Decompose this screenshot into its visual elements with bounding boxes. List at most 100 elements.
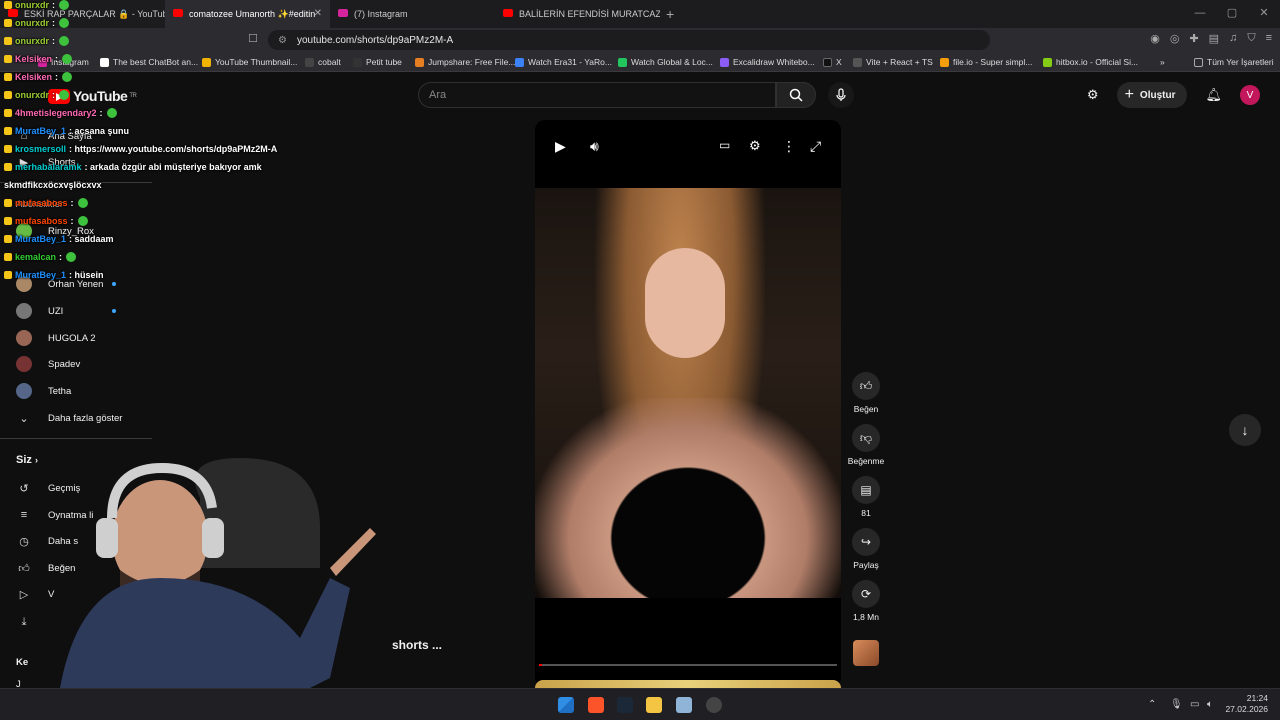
avatar[interactable]: V (1240, 85, 1260, 105)
play-icon[interactable]: ▶ (555, 138, 566, 155)
volume-icon[interactable]: 🔊︎ (590, 138, 599, 155)
sidebar-channel[interactable]: Tetha (16, 381, 71, 401)
notifications-bell-icon[interactable]: 🔔︎ (1205, 87, 1222, 103)
search-button[interactable] (776, 82, 816, 108)
all-bookmarks[interactable]: Tüm Yer İşaretleri (1194, 57, 1274, 67)
new-tab-icon[interactable]: + (666, 6, 674, 22)
bookmark-item[interactable]: X (823, 57, 842, 67)
bookmark-item[interactable]: cobalt (305, 57, 341, 67)
chat-text: : hüsein (69, 270, 104, 280)
obs-icon[interactable] (706, 697, 722, 713)
steam-icon[interactable] (617, 697, 633, 713)
sidebar-item-your-videos[interactable]: ▷ V (16, 584, 55, 604)
sidebar-icon[interactable]: ▤ (1209, 32, 1219, 45)
webcam-overlay (60, 458, 376, 688)
sidebar-channel[interactable]: HUGOLA 2 (16, 328, 96, 348)
header-actions: ⚙ + Oluştur 🔔︎ V (1087, 82, 1260, 108)
sidebar-item-downloads[interactable]: ⤓ (16, 612, 48, 632)
sidebar-you-header[interactable]: Siz › (16, 454, 38, 466)
remix-icon: ⟳ (852, 580, 880, 608)
speaker-icon[interactable]: 🔈︎ (1207, 699, 1213, 710)
browser-tab-4[interactable]: BALİLERİN EFENDİSİ MURATCAZ'IN (495, 0, 660, 28)
network-icon[interactable]: ▭ (1190, 699, 1199, 710)
chat-badge-icon (4, 37, 12, 45)
app-icon[interactable] (676, 697, 692, 713)
video-frame[interactable] (535, 188, 841, 598)
sound-thumbnail[interactable] (853, 640, 879, 666)
chat-text: : arkada özgür abi müşteriye bakıyor amk (84, 162, 262, 172)
clock[interactable]: 21:24 27.02.2026 (1225, 693, 1268, 715)
bookmark-item[interactable]: Watch Global & Loc... (618, 57, 713, 67)
browser-tab-3[interactable]: (7) Instagram (330, 0, 495, 28)
bookmark-item[interactable]: Watch Era31 - YaRo... (515, 57, 612, 67)
shorts-player[interactable]: ▶ 🔊︎ ▭ ⚙ ⋮ ⤢ (535, 120, 841, 688)
close-tab-icon[interactable]: ✕ (314, 8, 322, 19)
bookmark-item[interactable]: Vite + React + TS (853, 57, 933, 67)
search-input[interactable]: Ara (418, 82, 776, 108)
next-short-preview[interactable] (535, 680, 841, 688)
bookmarks-overflow-icon[interactable]: » (1160, 57, 1165, 67)
voice-search-button[interactable] (828, 82, 854, 108)
chat-message: 4hmetislegendary2: (4, 108, 117, 118)
microphone-icon[interactable]: 🎙︎ (1170, 699, 1183, 710)
chat-emote-icon (77, 198, 88, 208)
chat-emote-icon (66, 252, 77, 262)
chat-username: krosmersoll (15, 144, 67, 154)
chat-badge-icon (4, 163, 12, 171)
comments-button[interactable]: ▤ 81 (846, 476, 886, 518)
chat-emote-icon (59, 36, 70, 46)
comment-icon: ▤ (852, 476, 880, 504)
chat-username: Kelsiken (15, 72, 53, 82)
music-icon[interactable]: ♫ (1229, 32, 1237, 45)
bookmark-item[interactable]: Petit tube (353, 57, 402, 67)
menu-icon[interactable]: ≡ (1266, 32, 1272, 45)
folder-icon[interactable] (646, 697, 662, 713)
maximize-icon[interactable]: ▢ (1216, 0, 1248, 26)
toolbar-icons: ◉ ◎ ✚ ▤ ♫ ⛉ ≡ (1150, 32, 1272, 45)
sidebar-channel[interactable]: Spadev (16, 354, 80, 374)
like-button[interactable]: 👍︎ Beğen (846, 372, 886, 414)
thumbs-up-icon: 👍︎ (18, 562, 30, 575)
chat-badge-icon (4, 217, 12, 225)
next-short-button[interactable]: ↓ (1229, 414, 1261, 446)
chat-badge-icon (4, 199, 12, 207)
minimize-icon[interactable]: — (1184, 0, 1216, 26)
brave-browser-icon[interactable] (588, 697, 604, 713)
fullscreen-icon[interactable]: ⤢ (810, 138, 821, 155)
chat-text: : (52, 18, 56, 28)
chat-username: MuratBey_1 (15, 234, 67, 244)
bookmark-item[interactable]: hitbox.io - Official Si... (1043, 57, 1138, 67)
chat-message: MuratBey_1: hüsein (4, 270, 104, 280)
shield-icon[interactable]: ⛉ (1247, 32, 1255, 45)
gear-icon[interactable]: ⚙ (1087, 87, 1099, 103)
remix-button[interactable]: ⟳ 1,8 Mn (846, 580, 886, 622)
puzzle-icon[interactable]: ✚ (1189, 32, 1198, 45)
chat-text: : (52, 90, 56, 100)
chat-message: mufasaboss: (4, 216, 88, 226)
url-field[interactable]: ⚙ youtube.com/shorts/dp9aPMz2M-A (268, 30, 990, 50)
chevron-down-icon: ⌄ (19, 412, 29, 425)
bookmark-item[interactable]: file.io - Super simpl... (940, 57, 1032, 67)
sidebar-show-more[interactable]: ⌄ Daha fazla göster (16, 408, 122, 428)
captions-icon[interactable]: ▭ (719, 138, 730, 152)
microphone-icon (836, 88, 846, 101)
instagram-favicon-icon (338, 9, 348, 17)
arrow-down-icon: ↓ (1241, 422, 1249, 438)
dislike-button[interactable]: 👎︎ Beğenme (846, 424, 886, 466)
sidebar-channel[interactable]: UZI (16, 301, 63, 321)
create-button[interactable]: + Oluştur (1116, 82, 1188, 108)
video-icon: ▷ (19, 588, 29, 601)
windows-start-icon[interactable] (558, 697, 574, 713)
bookmark-item[interactable]: Excalidraw Whitebo... (720, 57, 815, 67)
chevron-up-icon[interactable]: ⌃ (1148, 699, 1156, 710)
share-button[interactable]: ↪ Paylaş (846, 528, 886, 570)
settings-icon[interactable]: ⚙ (749, 138, 761, 154)
close-window-icon[interactable]: ✕ (1248, 0, 1280, 26)
bookmark-item[interactable]: Jumpshare: Free File... (415, 57, 515, 67)
more-options-icon[interactable]: ⋮ (782, 138, 796, 155)
chat-username: onurxdr (15, 0, 50, 10)
extension-icon[interactable]: ◉ (1150, 32, 1160, 45)
chat-text: : (70, 198, 74, 208)
progress-bar[interactable] (539, 664, 837, 666)
vpn-icon[interactable]: ◎ (1170, 32, 1180, 45)
